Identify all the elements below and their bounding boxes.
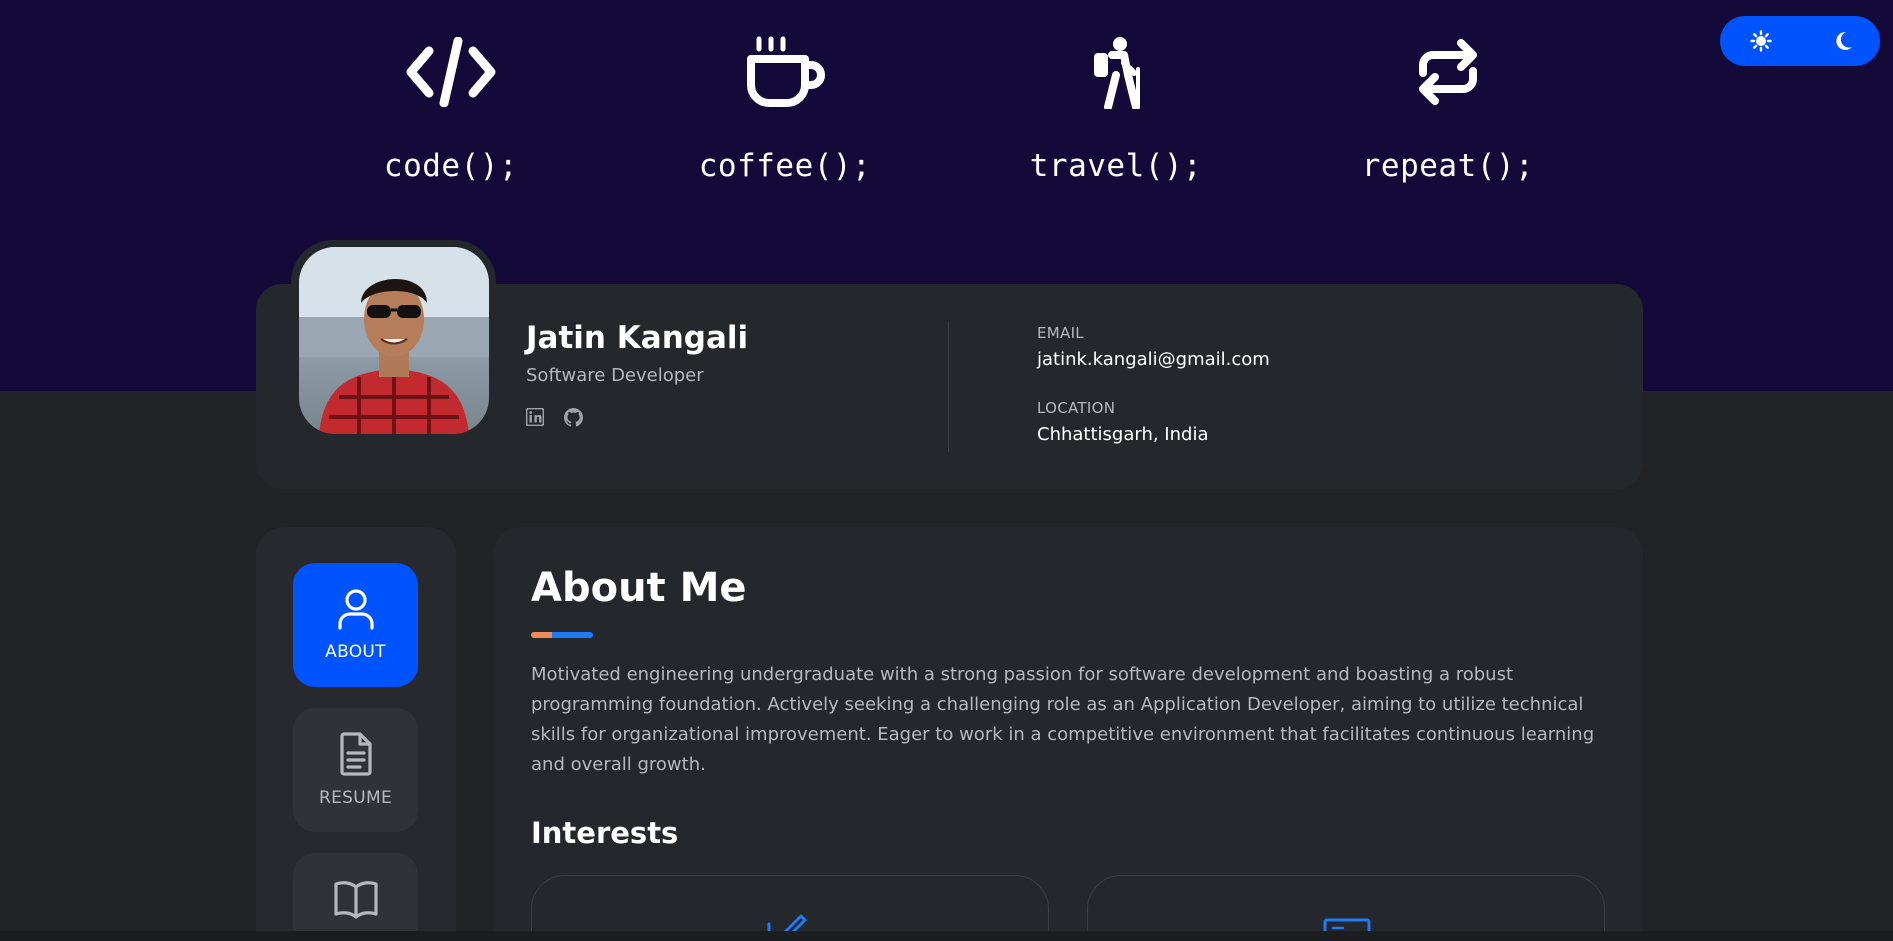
- email-value[interactable]: jatink.kangali@gmail.com: [1037, 349, 1270, 370]
- page-title: About Me: [531, 565, 747, 611]
- social-links: [526, 408, 583, 427]
- title-underline: [531, 632, 593, 638]
- repeat-icon: [1419, 39, 1477, 105]
- email-label: EMAIL: [1037, 324, 1084, 342]
- hiking-icon: [1094, 37, 1140, 109]
- code-icon: [406, 37, 496, 107]
- avatar: [299, 247, 489, 434]
- hobby-travel: travel();: [1006, 24, 1226, 184]
- hobby-coffee: coffee();: [675, 24, 895, 184]
- location-label: LOCATION: [1037, 399, 1116, 417]
- hobby-label: coffee();: [698, 148, 872, 184]
- coffee-icon: [747, 36, 825, 107]
- sun-icon[interactable]: [1750, 30, 1772, 52]
- page-bottom-edge: [0, 931, 1893, 941]
- user-icon: [337, 589, 374, 630]
- book-icon: [333, 881, 378, 919]
- hobby-label: repeat();: [1361, 148, 1535, 184]
- hobby-label: code();: [383, 148, 519, 184]
- hobby-repeat: repeat();: [1338, 24, 1558, 184]
- nav-item-about[interactable]: ABOUT: [293, 563, 418, 687]
- nav-label: RESUME: [319, 788, 392, 808]
- nav-label: ABOUT: [325, 642, 386, 662]
- location-value: Chhattisgarh, India: [1037, 424, 1209, 445]
- document-icon: [339, 732, 372, 776]
- hobby-code: code();: [341, 24, 561, 184]
- nav-item-resume[interactable]: RESUME: [293, 708, 418, 832]
- profile-divider: [948, 322, 949, 452]
- github-icon[interactable]: [564, 408, 583, 427]
- interests-heading: Interests: [531, 816, 679, 850]
- nav-item-portfolio[interactable]: [293, 853, 418, 941]
- linkedin-icon[interactable]: [526, 408, 544, 426]
- moon-icon[interactable]: [1832, 30, 1854, 52]
- hobby-label: travel();: [1029, 148, 1203, 184]
- profile-name: Jatin Kangali: [526, 320, 749, 356]
- profile-role: Software Developer: [526, 365, 704, 386]
- about-paragraph: Motivated engineering undergraduate with…: [531, 664, 1595, 775]
- theme-toggle[interactable]: [1720, 16, 1880, 66]
